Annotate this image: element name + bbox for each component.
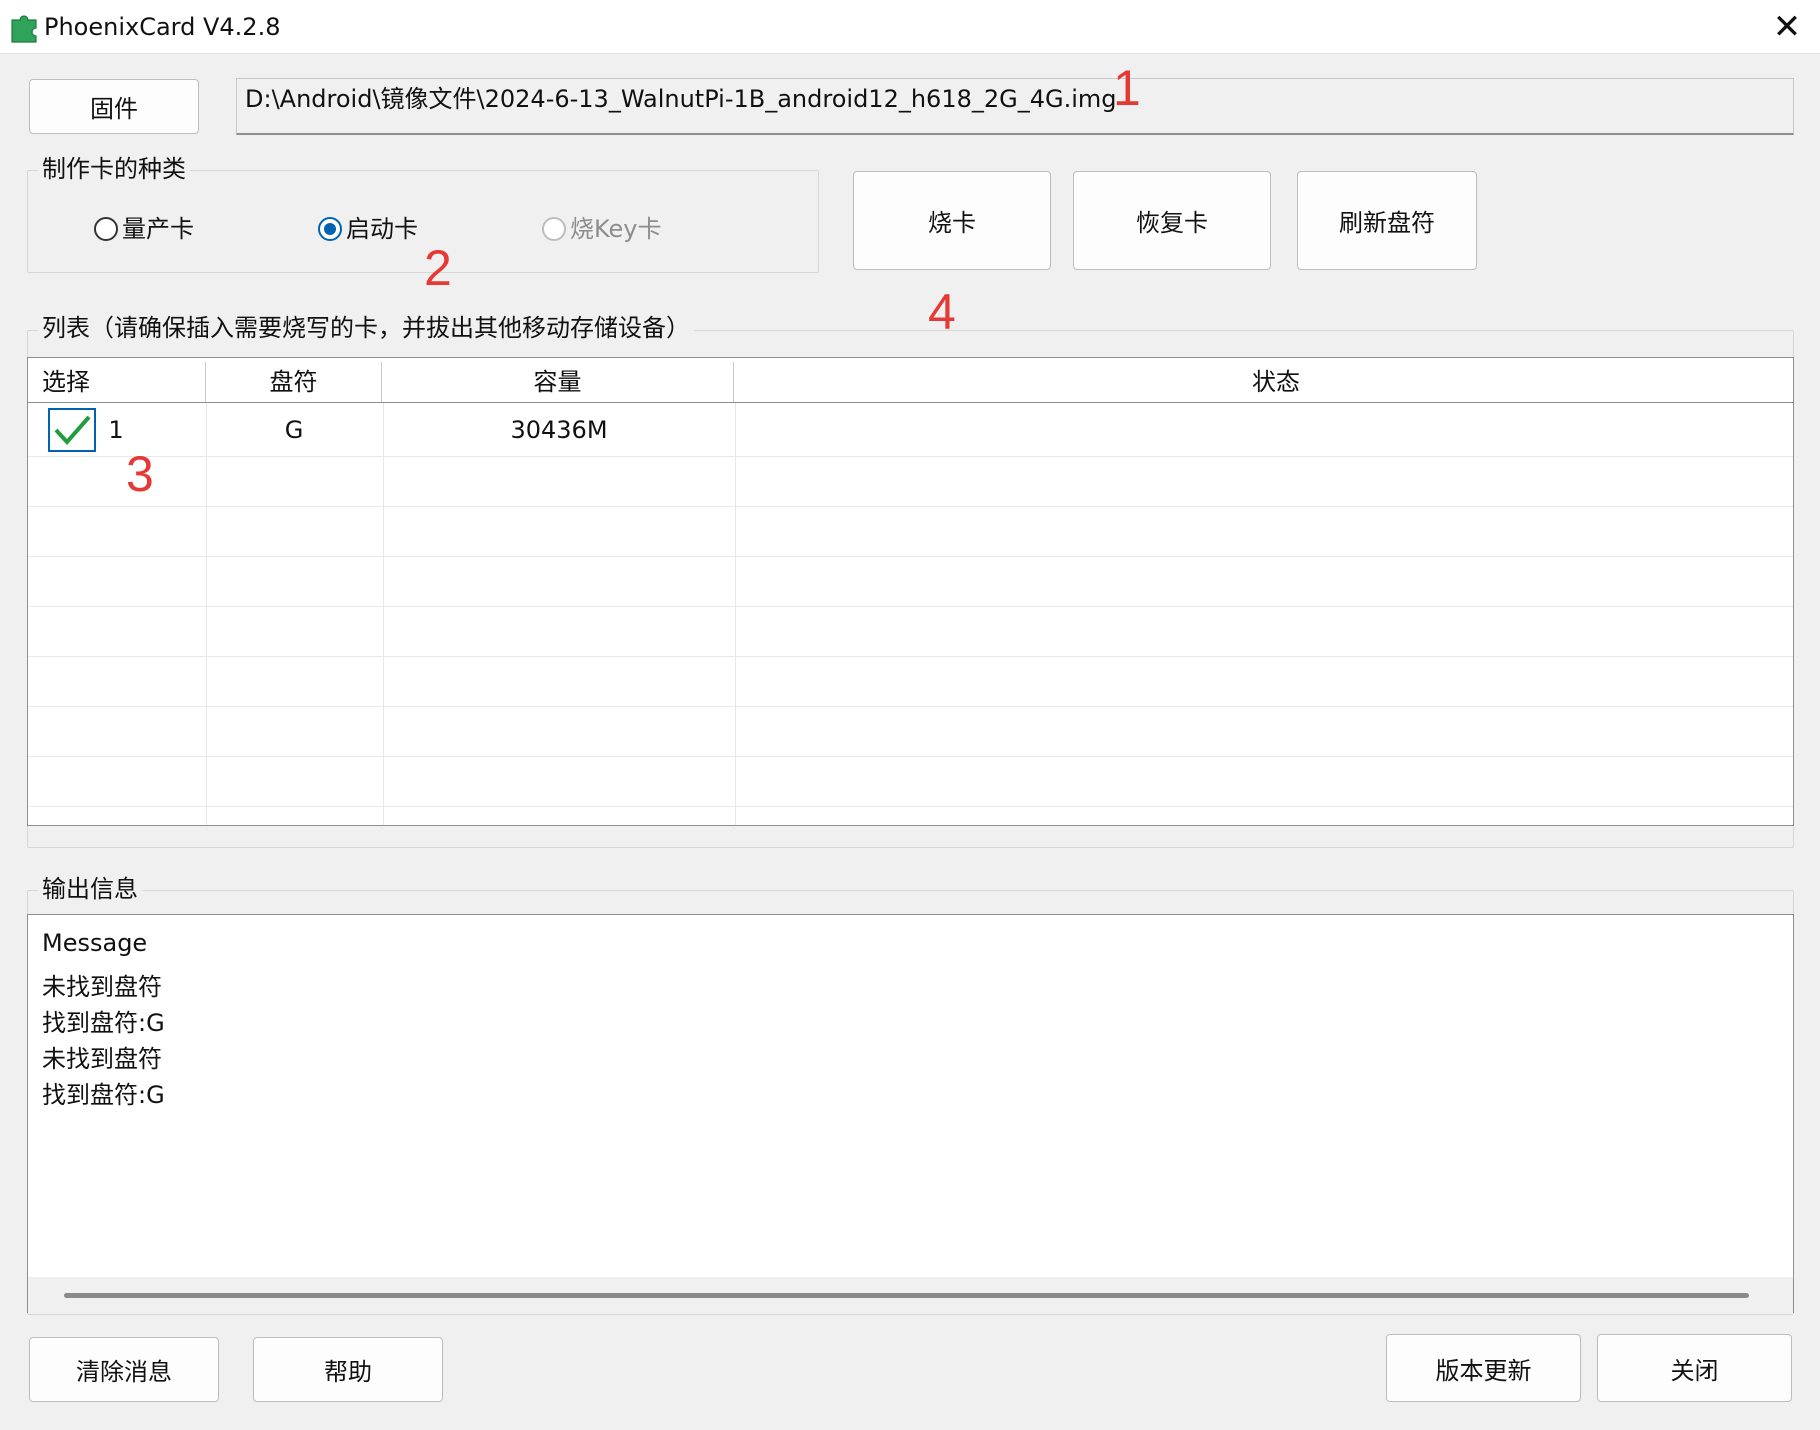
app-puzzle-icon xyxy=(11,15,37,43)
table-row[interactable]: 1 G 30436M xyxy=(28,404,1793,456)
radio-circle-checked-icon xyxy=(318,217,342,241)
horizontal-scrollbar[interactable] xyxy=(28,1277,1793,1313)
column-divider xyxy=(206,403,207,825)
firmware-button[interactable]: 固件 xyxy=(29,79,199,134)
firmware-path-field[interactable]: D:\Android\镜像文件\2024-6-13_WalnutPi-1B_an… xyxy=(236,78,1794,135)
column-header-select[interactable]: 选择 xyxy=(28,362,206,402)
radio-circle-icon xyxy=(94,217,118,241)
log-line: Message xyxy=(42,929,148,957)
row-divider xyxy=(28,556,1793,557)
row-divider xyxy=(28,506,1793,507)
radio-mass-production[interactable]: 量产卡 xyxy=(94,214,194,244)
window-title: PhoenixCard V4.2.8 xyxy=(44,13,281,41)
card-type-legend: 制作卡的种类 xyxy=(38,154,190,184)
version-update-button[interactable]: 版本更新 xyxy=(1386,1334,1581,1402)
output-legend: 输出信息 xyxy=(38,874,142,904)
close-button[interactable]: 关闭 xyxy=(1597,1334,1792,1402)
help-button[interactable]: 帮助 xyxy=(253,1337,443,1402)
log-line: 未找到盘符 xyxy=(42,1045,162,1073)
column-header-drive[interactable]: 盘符 xyxy=(206,362,382,402)
annotation-4: 4 xyxy=(928,284,956,340)
annotation-2: 2 xyxy=(424,240,452,296)
row-divider xyxy=(28,756,1793,757)
column-header-status[interactable]: 状态 xyxy=(734,362,1793,402)
radio-label: 启动卡 xyxy=(346,215,418,243)
scrollbar-thumb[interactable] xyxy=(64,1293,1749,1298)
title-bar: PhoenixCard V4.2.8 ✕ xyxy=(0,0,1820,54)
output-log[interactable]: Message 未找到盘符 找到盘符:G 未找到盘符 找到盘符:G xyxy=(27,914,1794,1313)
column-divider xyxy=(383,403,384,825)
device-list-legend: 列表（请确保插入需要烧写的卡，并拔出其他移动存储设备） xyxy=(38,313,694,343)
row-divider xyxy=(28,806,1793,807)
burn-card-button[interactable]: 烧卡 xyxy=(853,171,1051,270)
window-close-icon[interactable]: ✕ xyxy=(1760,4,1814,50)
radio-circle-disabled-icon xyxy=(542,217,566,241)
log-line: 找到盘符:G xyxy=(42,1009,165,1037)
row-divider xyxy=(28,656,1793,657)
row-index: 1 xyxy=(108,416,124,444)
row-select-checkbox[interactable] xyxy=(48,408,96,452)
restore-card-button[interactable]: 恢复卡 xyxy=(1073,171,1271,270)
log-line: 未找到盘符 xyxy=(42,973,162,1001)
device-table: 选择 盘符 容量 状态 1 G 30436M xyxy=(27,357,1794,826)
checkmark-icon xyxy=(54,415,91,445)
radio-label: 烧Key卡 xyxy=(570,215,662,243)
row-divider xyxy=(28,706,1793,707)
radio-key-card: 烧Key卡 xyxy=(542,214,662,244)
column-divider xyxy=(735,403,736,825)
row-drive: G xyxy=(284,416,304,444)
header-divider xyxy=(28,402,1793,403)
column-header-capacity[interactable]: 容量 xyxy=(382,362,734,402)
annotation-1: 1 xyxy=(1113,60,1141,116)
annotation-3: 3 xyxy=(126,446,154,502)
row-divider xyxy=(28,456,1793,457)
radio-boot-card[interactable]: 启动卡 xyxy=(318,214,418,244)
radio-label: 量产卡 xyxy=(122,215,194,243)
log-line: 找到盘符:G xyxy=(42,1081,165,1109)
row-divider xyxy=(28,606,1793,607)
clear-messages-button[interactable]: 清除消息 xyxy=(29,1337,219,1402)
row-capacity: 30436M xyxy=(510,416,608,444)
refresh-drives-button[interactable]: 刷新盘符 xyxy=(1297,171,1477,270)
